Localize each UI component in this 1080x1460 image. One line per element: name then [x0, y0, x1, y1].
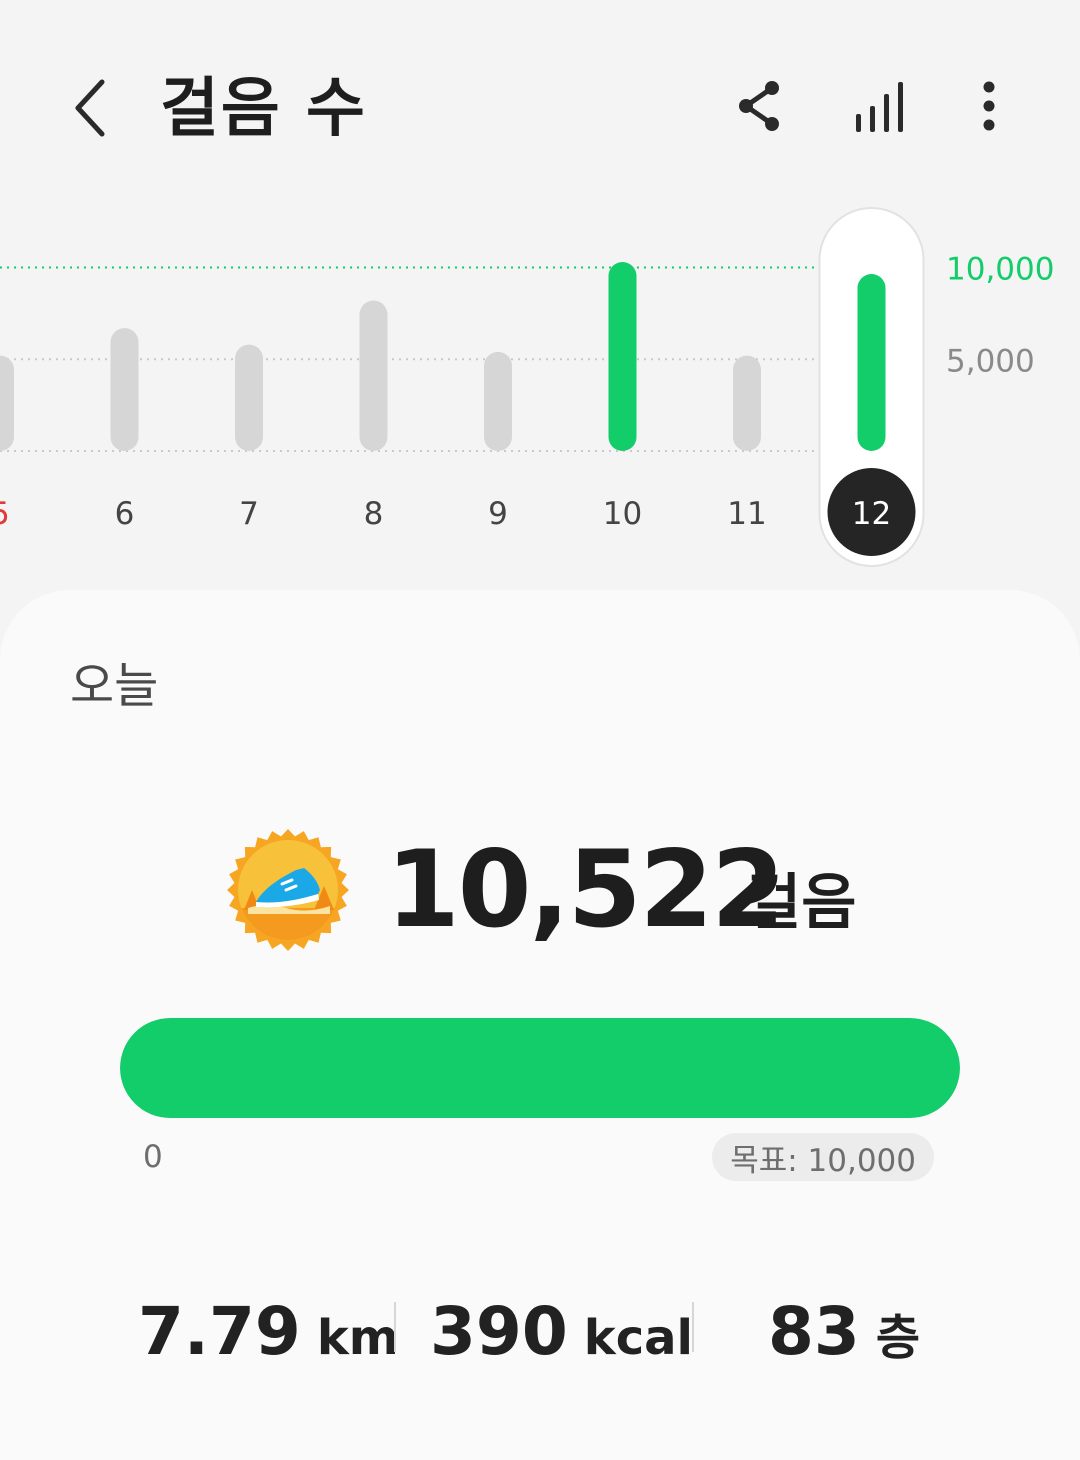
distance-stat: 7.79 km — [138, 1292, 399, 1372]
page-title: 걸음 수 — [160, 72, 367, 146]
back-icon — [75, 79, 105, 137]
x-tick-label-11: 11 — [727, 496, 766, 532]
today-steps-value: 10,522 — [386, 828, 785, 951]
calories-unit: kcal — [583, 1310, 693, 1366]
floors-stat: 83 층 — [768, 1292, 920, 1372]
x-tick-label-5: 5 — [0, 496, 10, 532]
bar-day-8[interactable] — [359, 300, 388, 451]
steps-progress-fill — [120, 1018, 960, 1118]
more-options-button[interactable] — [964, 74, 1014, 138]
y-tick-label: 5,000 — [946, 343, 1035, 379]
distance-unit: km — [316, 1310, 399, 1366]
share-icon — [739, 81, 779, 131]
bar-day-10[interactable] — [608, 262, 637, 451]
progress-min-label: 0 — [143, 1139, 163, 1175]
x-tick-label-7: 7 — [239, 496, 259, 532]
stat-divider — [394, 1302, 396, 1352]
x-tick-label-12: 12 — [852, 496, 891, 532]
stats-button[interactable] — [848, 74, 912, 138]
bar-day-9[interactable] — [484, 351, 512, 451]
back-button[interactable] — [60, 70, 120, 146]
x-tick-label-8: 8 — [364, 496, 384, 532]
share-button[interactable] — [728, 74, 788, 138]
bar-day-11[interactable] — [733, 355, 761, 451]
x-tick-label-6: 6 — [115, 496, 135, 532]
steps-progress-bar — [120, 1018, 960, 1118]
goal-chip[interactable]: 목표: 10,000 — [712, 1133, 934, 1181]
floors-value: 83 — [768, 1293, 860, 1370]
bar-day-6[interactable] — [110, 328, 139, 451]
stats-icon — [856, 82, 903, 132]
bar-day-5[interactable] — [0, 355, 14, 451]
floors-unit: 층 — [875, 1310, 921, 1366]
x-tick-label-9: 9 — [488, 496, 508, 532]
today-steps-unit: 걸음 — [746, 868, 857, 938]
today-label: 오늘 — [70, 658, 159, 714]
daily-steps-chart[interactable]: 10,000 5,000 5 6 7 8 9 10 11 12 — [0, 200, 1080, 580]
bar-day-12[interactable] — [857, 274, 886, 451]
y-tick-label: 10,000 — [946, 252, 1054, 288]
calories-value: 390 — [430, 1293, 568, 1370]
stat-divider — [692, 1302, 694, 1352]
bar-day-7[interactable] — [235, 344, 263, 451]
more-icon — [983, 81, 995, 131]
distance-value: 7.79 — [138, 1293, 301, 1370]
goal-achieved-medal-icon — [227, 829, 349, 951]
x-tick-label-10: 10 — [603, 496, 642, 532]
calories-stat: 390 kcal — [430, 1292, 693, 1372]
